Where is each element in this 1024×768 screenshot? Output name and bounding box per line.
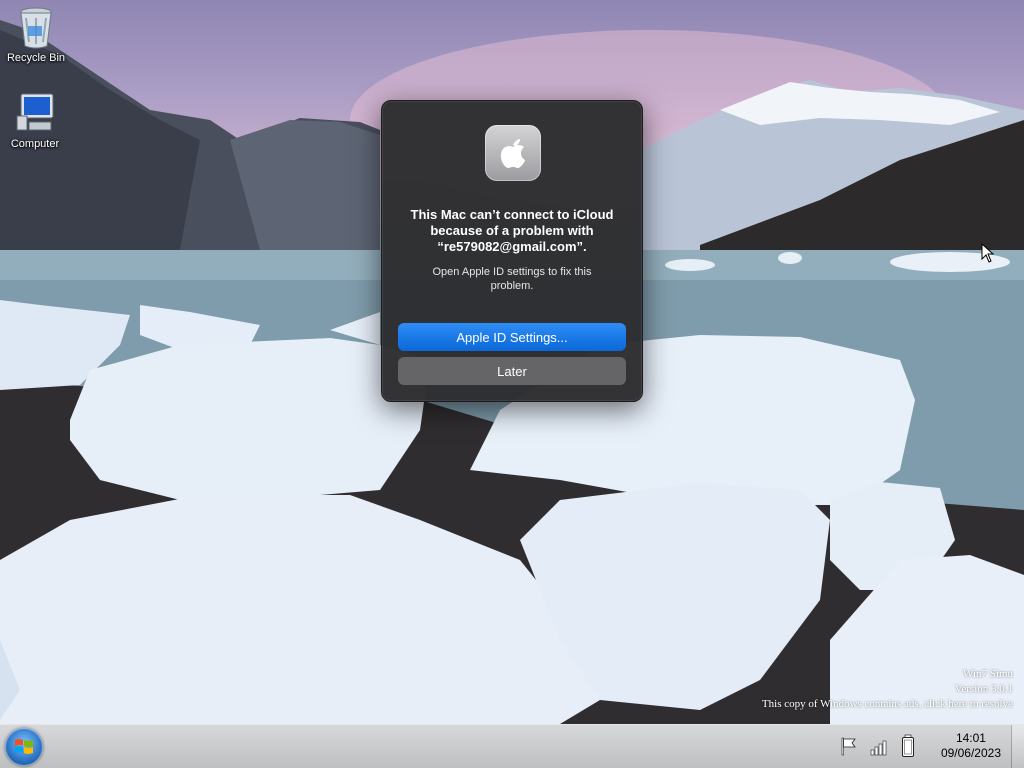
icloud-alert-dialog: This Mac can’t connect to iCloud because… [381,100,643,402]
dialog-message: Open Apple ID settings to fix this probl… [432,266,592,292]
computer-icon [15,92,55,134]
recycle-bin-label: Recycle Bin [6,52,66,64]
show-desktop-button[interactable] [1011,725,1024,768]
clock-time: 14:01 [955,731,986,745]
clock-date: 09/06/2023 [940,746,1001,760]
watermark-line-1: Win7 Simu [963,668,1013,680]
taskbar: 14:01 09/06/2023 [0,724,1024,768]
computer-desktop-icon[interactable]: Computer [0,92,70,150]
apple-id-settings-button[interactable]: Apple ID Settings... [398,323,626,351]
activation-watermark[interactable]: Win7 Simu Version 3.0.1 This copy of Win… [762,667,1013,712]
computer-label: Computer [10,138,60,150]
later-button[interactable]: Later [398,357,626,385]
clock[interactable]: 14:01 09/06/2023 [941,731,1001,761]
desktop: Recycle Bin Computer Win7 Simu Version 3… [0,0,1024,724]
recycle-bin-desktop-icon[interactable]: Recycle Bin [1,6,71,64]
watermark-line-3[interactable]: This copy of Windows contains ads, click… [762,697,1013,712]
mouse-cursor-icon [981,243,995,263]
recycle-bin-icon [16,6,56,49]
dialog-title: This Mac can’t connect to iCloud because… [410,207,614,254]
windows-logo-icon [15,739,33,754]
watermark-line-2: Version 3.0.1 [954,683,1013,695]
apple-logo-icon [485,125,541,181]
battery-icon[interactable] [901,734,915,758]
signal-icon[interactable] [870,736,890,756]
start-button[interactable] [5,728,43,766]
flag-icon[interactable] [840,736,858,756]
